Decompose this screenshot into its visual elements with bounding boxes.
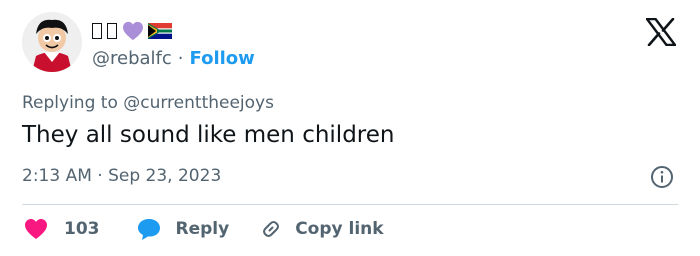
- separator-dot: ·: [97, 166, 103, 186]
- purple-heart-icon: [123, 21, 143, 41]
- reply-label: Reply: [175, 219, 230, 239]
- copy-link-label: Copy link: [295, 219, 384, 239]
- divider: [22, 204, 678, 205]
- like-button[interactable]: 103: [24, 218, 136, 240]
- tweet-date: Sep 23, 2023: [108, 166, 222, 186]
- unsupported-glyph: [107, 23, 117, 39]
- x-logo-icon[interactable]: [646, 18, 676, 46]
- south-africa-flag-icon: [148, 23, 172, 39]
- info-icon[interactable]: [650, 165, 674, 189]
- replying-to: Replying to @currenttheejoys: [22, 93, 274, 113]
- reply-mention-link[interactable]: @currenttheejoys: [123, 93, 274, 113]
- action-bar: 103 Reply Copy link: [24, 214, 384, 244]
- like-count: 103: [64, 219, 100, 239]
- tweet-text: They all sound like men children: [22, 122, 395, 148]
- link-icon: [263, 221, 280, 237]
- display-name[interactable]: [92, 18, 172, 44]
- follow-button[interactable]: Follow: [190, 48, 255, 69]
- tweet-time: 2:13 AM: [22, 166, 92, 186]
- timestamp[interactable]: 2:13 AM · Sep 23, 2023: [22, 166, 221, 186]
- avatar-image: [22, 12, 82, 72]
- copy-link-button[interactable]: Copy link: [259, 217, 384, 241]
- unsupported-glyph: [92, 23, 102, 39]
- avatar[interactable]: [22, 12, 82, 72]
- separator-dot: ·: [177, 48, 184, 69]
- user-handle[interactable]: @rebalfc: [92, 48, 172, 69]
- reply-button[interactable]: Reply: [136, 217, 260, 241]
- replying-prefix: Replying to: [22, 93, 118, 113]
- handle-row: @rebalfc · Follow: [92, 48, 255, 69]
- heart-icon: [25, 219, 47, 239]
- reply-bubble-icon: [137, 219, 160, 240]
